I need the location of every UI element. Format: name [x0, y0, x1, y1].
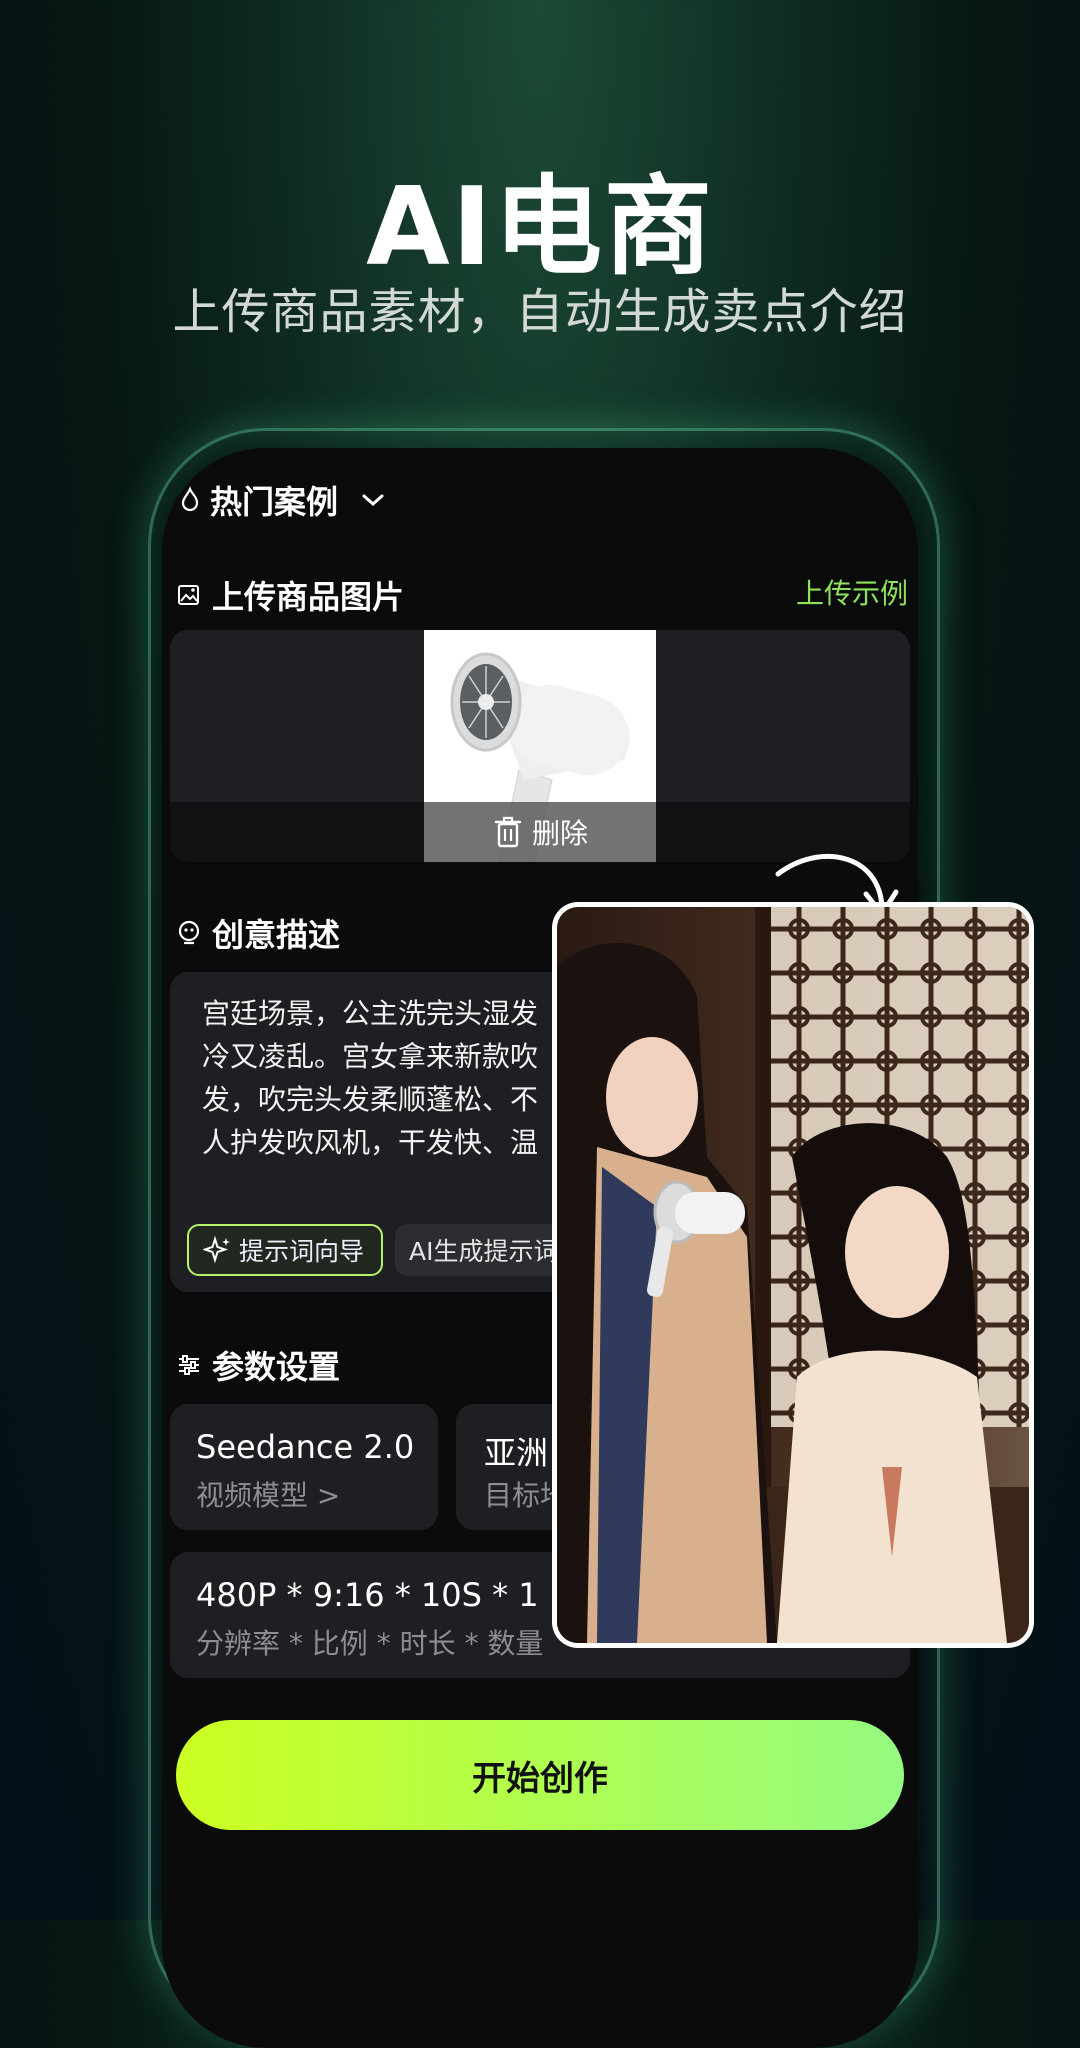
upload-section-label: 上传商品图片: [212, 578, 405, 616]
model-label: 视频模型 >: [196, 1479, 341, 1512]
hot-cases-dropdown[interactable]: 热门案例: [178, 478, 390, 522]
prompt-guide-chip[interactable]: 提示词向导: [187, 1224, 383, 1276]
chevron-down-icon: [362, 494, 384, 507]
upload-example-link[interactable]: 上传示例: [796, 572, 908, 612]
hot-cases-label: 热门案例: [210, 483, 339, 521]
palace-scene-illustration: [557, 907, 1029, 1643]
ai-generate-prompt-chip[interactable]: AI生成提示词: [395, 1224, 575, 1276]
sliders-icon: [179, 1355, 199, 1375]
creative-section-header: 创意描述: [176, 910, 340, 956]
params-section-header: 参数设置: [176, 1342, 340, 1388]
trash-icon: [494, 816, 522, 848]
ai-generate-label: AI生成提示词: [409, 1237, 559, 1266]
prompt-guide-label: 提示词向导: [239, 1237, 365, 1266]
example-result-photo: [552, 902, 1034, 1648]
bulb-icon: [178, 920, 200, 945]
spec-value: 480P * 9:16 * 10S * 1: [196, 1576, 539, 1614]
delete-image-button[interactable]: 删除: [424, 802, 656, 862]
delete-label: 删除: [531, 817, 588, 850]
params-section-label: 参数设置: [212, 1348, 341, 1386]
sparkle-icon: [203, 1235, 230, 1264]
prompt-text: 宫廷场景，公主洗完头湿发 冷又凌乱。宫女拿来新款吹 发，吹完头发柔顺蓬松、不 人…: [202, 997, 539, 1159]
model-value: Seedance 2.0: [196, 1428, 415, 1466]
creative-section-label: 创意描述: [212, 916, 341, 954]
upload-section-header: 上传商品图片: [176, 572, 404, 618]
start-create-button[interactable]: 开始创作: [176, 1720, 904, 1830]
spec-label: 分辨率 * 比例 * 时长 * 数量: [196, 1627, 544, 1660]
flame-icon: [181, 486, 199, 512]
hero-subtitle: 上传商品素材，自动生成卖点介绍: [172, 284, 908, 340]
image-icon: [178, 585, 199, 605]
region-value: 亚洲: [484, 1434, 549, 1472]
